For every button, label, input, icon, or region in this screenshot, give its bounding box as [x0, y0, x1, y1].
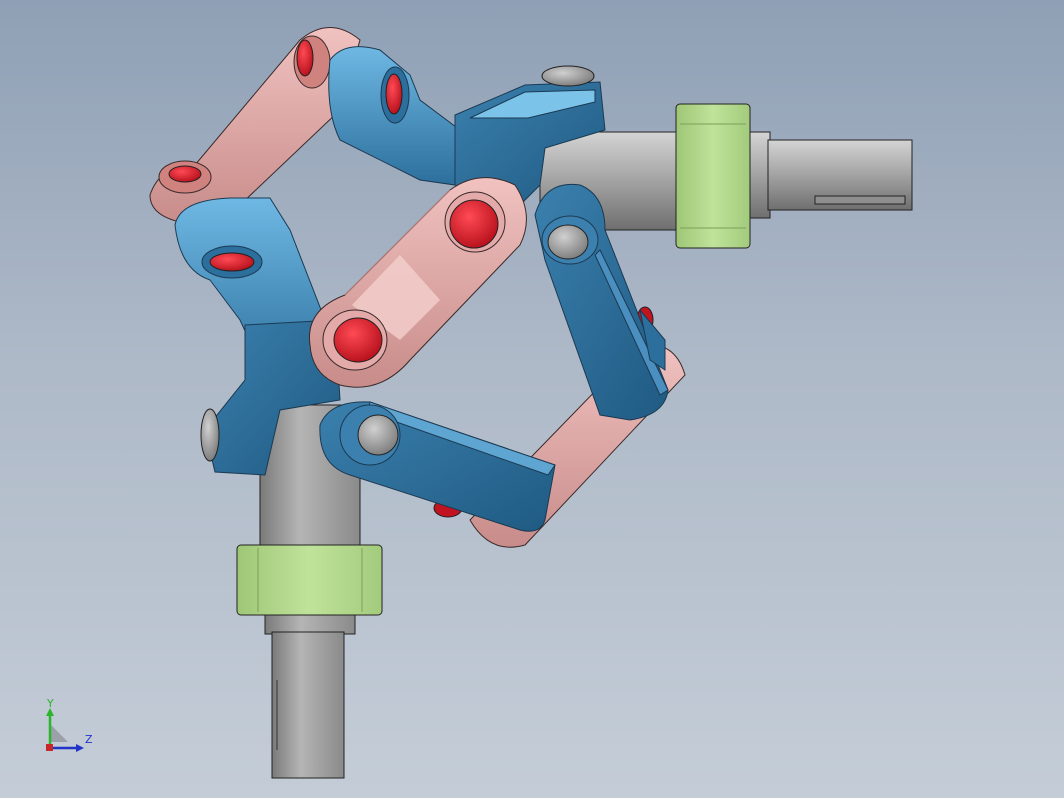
- triad-z-label: Z: [85, 733, 93, 746]
- triad-y-label: Y: [47, 697, 54, 710]
- bearing-block-bottom[interactable]: [236, 544, 383, 616]
- crank-link-top-left[interactable]: [149, 27, 361, 224]
- linkage-model[interactable]: [0, 0, 1064, 798]
- coupler-link[interactable]: [308, 177, 527, 388]
- reference-triad: Y Z: [38, 698, 98, 758]
- bearing-block-right[interactable]: [675, 103, 751, 249]
- cad-viewport[interactable]: Y Z: [0, 0, 1064, 798]
